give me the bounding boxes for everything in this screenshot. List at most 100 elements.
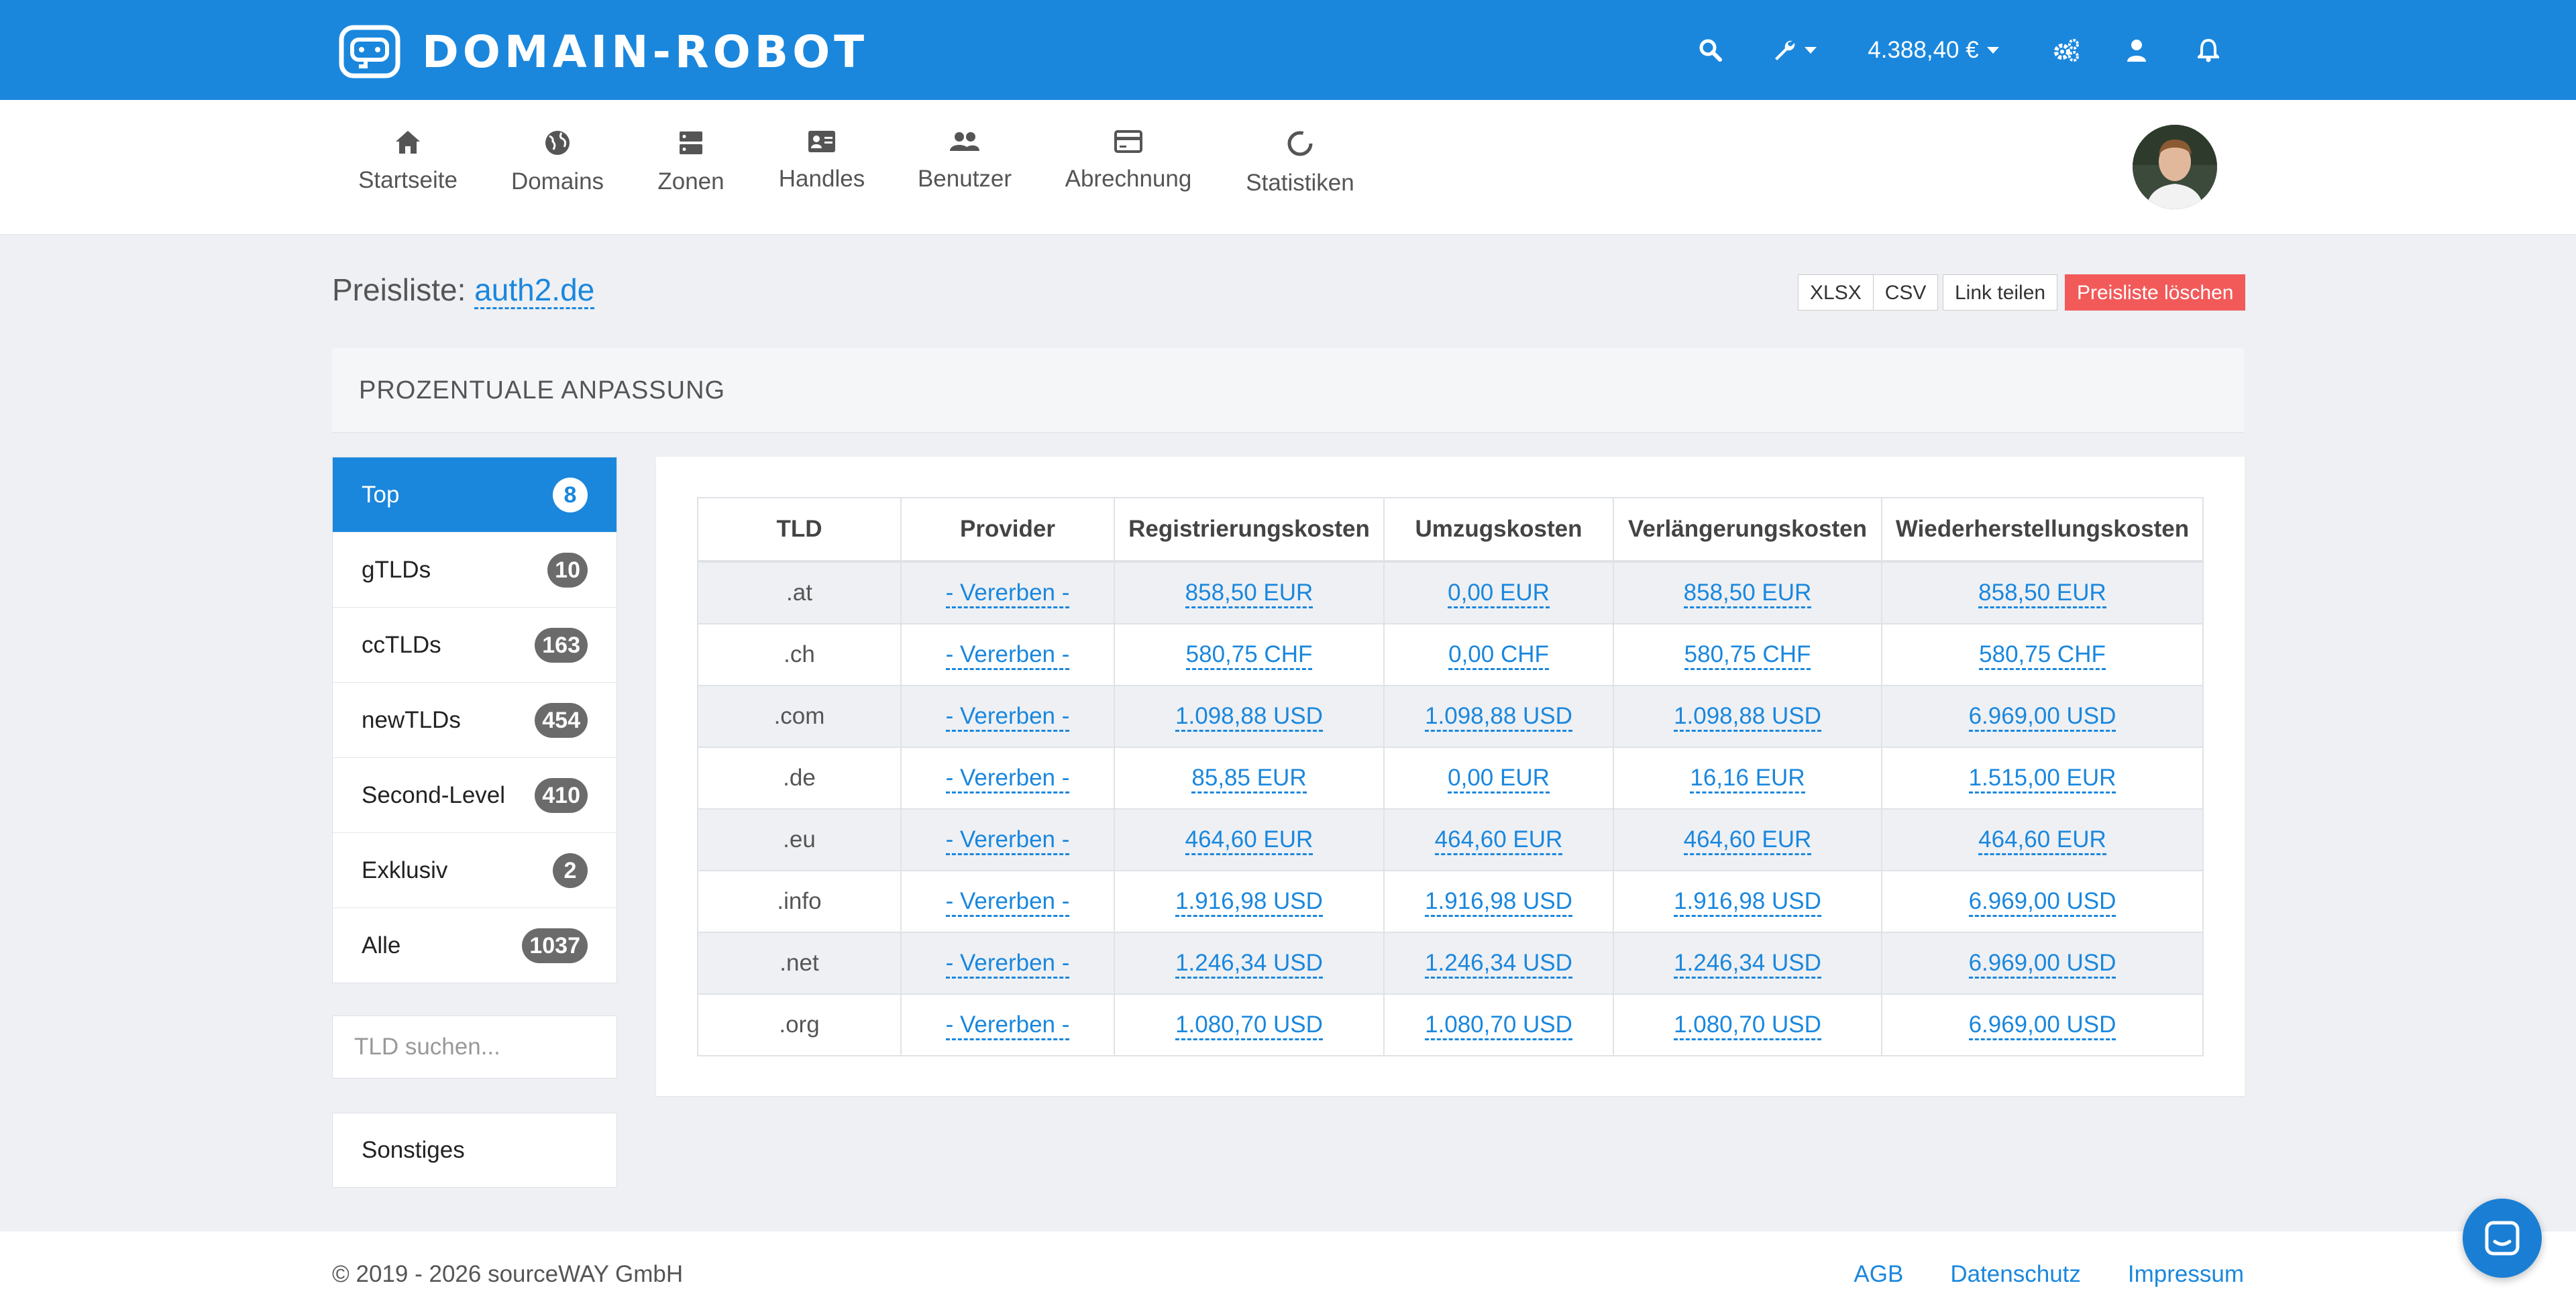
restore-price[interactable]: 6.969,00 USD — [1968, 950, 2116, 979]
count-badge: 454 — [535, 702, 588, 738]
provider-value[interactable]: - Vererben - — [945, 641, 1070, 670]
registration-price[interactable]: 858,50 EUR — [1185, 580, 1313, 608]
category-newtlds[interactable]: newTLDs 454 — [333, 683, 616, 758]
transfer-price[interactable]: 1.080,70 USD — [1425, 1011, 1572, 1040]
category-alle[interactable]: Alle 1037 — [333, 908, 616, 983]
nav-item-handles[interactable]: Handles — [765, 100, 879, 234]
renewal-price[interactable]: 858,50 EUR — [1683, 580, 1812, 608]
registration-price[interactable]: 464,60 EUR — [1185, 826, 1313, 855]
restore-price[interactable]: 1.515,00 EUR — [1968, 765, 2116, 793]
section-header[interactable]: PROZENTUALE ANPASSUNG — [332, 348, 2244, 433]
renewal-price[interactable]: 16,16 EUR — [1690, 765, 1805, 793]
registration-price[interactable]: 1.246,34 USD — [1175, 950, 1323, 979]
transfer-price[interactable]: 1.098,88 USD — [1425, 703, 1572, 732]
footer: © 2019 - 2026 sourceWAY GmbH AGB Datensc… — [0, 1231, 2576, 1316]
nav-item-benutzer[interactable]: Benutzer — [906, 100, 1024, 234]
transfer-price[interactable]: 464,60 EUR — [1434, 826, 1563, 855]
tld-cell: .net — [697, 932, 902, 995]
count-badge: 8 — [553, 477, 588, 512]
transfer-price[interactable]: 1.246,34 USD — [1425, 950, 1572, 979]
transfer-price[interactable]: 0,00 EUR — [1448, 765, 1550, 793]
category-gtlds[interactable]: gTLDs 10 — [333, 533, 616, 608]
misc-category[interactable]: Sonstiges — [332, 1113, 617, 1188]
page-title-prefix: Preisliste: — [332, 272, 466, 307]
table-row: .eu - Vererben - 464,60 EUR 464,60 EUR 4… — [697, 808, 2204, 871]
copyright-text: © 2019 - 2026 sourceWAY GmbH — [332, 1261, 684, 1287]
tld-cell: .com — [697, 685, 902, 748]
settings-button[interactable] — [2046, 0, 2086, 100]
provider-value[interactable]: - Vererben - — [945, 765, 1070, 793]
export-button-group: XLSX CSV — [1798, 274, 1939, 312]
tld-category-list: Top 8 gTLDs 10 ccTLDs 163 newTLDs 454 Se… — [332, 457, 617, 983]
transfer-price[interactable]: 0,00 EUR — [1448, 580, 1550, 608]
restore-price[interactable]: 6.969,00 USD — [1968, 703, 2116, 732]
provider-value[interactable]: - Vererben - — [945, 580, 1070, 608]
category-cctlds[interactable]: ccTLDs 163 — [333, 608, 616, 683]
tools-menu-button[interactable] — [1764, 0, 1825, 100]
restore-price[interactable]: 6.969,00 USD — [1968, 1011, 2116, 1040]
chat-widget-button[interactable] — [2463, 1199, 2542, 1278]
delete-pricelist-button[interactable]: Preisliste löschen — [2065, 274, 2246, 311]
robot-logo-icon — [339, 25, 400, 78]
registration-price[interactable]: 580,75 CHF — [1185, 641, 1313, 670]
registration-price[interactable]: 1.098,88 USD — [1175, 703, 1323, 732]
footer-link-datenschutz[interactable]: Datenschutz — [1950, 1261, 2081, 1288]
table-row: .at - Vererben - 858,50 EUR 0,00 EUR 858… — [697, 561, 2204, 624]
restore-price[interactable]: 6.969,00 USD — [1968, 888, 2116, 917]
category-exklusiv[interactable]: Exklusiv 2 — [333, 833, 616, 908]
registration-price[interactable]: 1.916,98 USD — [1175, 888, 1323, 917]
provider-value[interactable]: - Vererben - — [945, 1011, 1070, 1040]
table-header-row: TLD Provider Registrierungskosten Umzugs… — [697, 497, 2204, 562]
price-table: TLD Provider Registrierungskosten Umzugs… — [697, 497, 2204, 1056]
footer-link-agb[interactable]: AGB — [1854, 1261, 1903, 1288]
profile-button[interactable] — [2116, 0, 2157, 100]
count-badge: 10 — [547, 552, 588, 588]
nav-item-domains[interactable]: Domains — [496, 100, 619, 234]
provider-value[interactable]: - Vererben - — [945, 703, 1070, 732]
renewal-price[interactable]: 1.246,34 USD — [1674, 950, 1821, 979]
pricelist-name-link[interactable]: auth2.de — [474, 272, 595, 309]
tld-cell: .eu — [697, 808, 902, 871]
logo[interactable]: DOMAIN-ROBOT — [339, 25, 868, 78]
notifications-button[interactable] — [2188, 0, 2229, 100]
nav-item-abrechnung[interactable]: Abrechnung — [1055, 100, 1202, 234]
provider-value[interactable]: - Vererben - — [945, 826, 1070, 855]
column-header-restore: Wiederherstellungskosten — [1881, 497, 2204, 562]
footer-link-impressum[interactable]: Impressum — [2128, 1261, 2244, 1288]
avatar[interactable] — [2133, 125, 2217, 209]
nav-item-statistiken[interactable]: Statistiken — [1234, 100, 1366, 234]
export-csv-button[interactable]: CSV — [1873, 274, 1939, 311]
category-second-level[interactable]: Second-Level 410 — [333, 758, 616, 833]
share-link-button[interactable]: Link teilen — [1943, 274, 2058, 311]
nav-item-zonen[interactable]: Zonen — [637, 100, 745, 234]
count-badge: 2 — [553, 853, 588, 888]
restore-price[interactable]: 858,50 EUR — [1978, 580, 2106, 608]
renewal-price[interactable]: 580,75 CHF — [1684, 641, 1811, 670]
tld-cell: .info — [697, 870, 902, 933]
tld-search-input[interactable] — [332, 1016, 617, 1079]
chat-icon — [2485, 1221, 2520, 1256]
restore-price[interactable]: 464,60 EUR — [1978, 826, 2106, 855]
balance-dropdown[interactable]: 4.388,40 € — [1860, 0, 2007, 100]
transfer-price[interactable]: 0,00 CHF — [1448, 641, 1549, 670]
provider-value[interactable]: - Vererben - — [945, 888, 1070, 917]
registration-price[interactable]: 1.080,70 USD — [1175, 1011, 1323, 1040]
page-title: Preisliste: auth2.de — [332, 272, 595, 309]
column-header-transfer: Umzugskosten — [1383, 497, 1614, 562]
restore-price[interactable]: 580,75 CHF — [1979, 641, 2106, 670]
avatar-image — [2133, 125, 2217, 209]
registration-price[interactable]: 85,85 EUR — [1191, 765, 1307, 793]
category-top[interactable]: Top 8 — [333, 457, 616, 533]
delete-button-group: Preisliste löschen — [2065, 274, 2246, 312]
search-button[interactable] — [1690, 0, 1731, 100]
footer-links: AGB Datenschutz Impressum — [1854, 1261, 2244, 1288]
renewal-price[interactable]: 464,60 EUR — [1683, 826, 1812, 855]
renewal-price[interactable]: 1.080,70 USD — [1674, 1011, 1821, 1040]
export-xlsx-button[interactable]: XLSX — [1798, 274, 1874, 311]
nav-item-startseite[interactable]: Startseite — [345, 100, 470, 234]
transfer-price[interactable]: 1.916,98 USD — [1425, 888, 1572, 917]
table-row: .info - Vererben - 1.916,98 USD 1.916,98… — [697, 870, 2204, 933]
renewal-price[interactable]: 1.916,98 USD — [1674, 888, 1821, 917]
renewal-price[interactable]: 1.098,88 USD — [1674, 703, 1821, 732]
provider-value[interactable]: - Vererben - — [945, 950, 1070, 979]
